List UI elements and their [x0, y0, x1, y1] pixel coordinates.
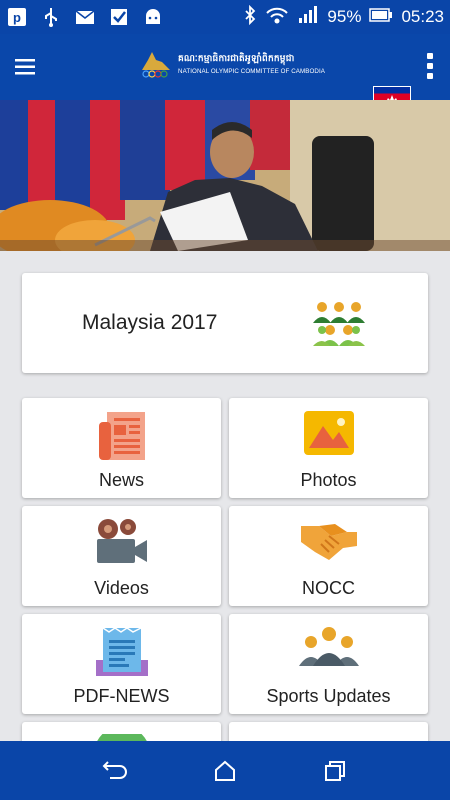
signal-icon	[297, 5, 319, 30]
more-dot	[427, 63, 433, 69]
tile-label: Sports Updates	[266, 686, 391, 706]
partial-green-icon	[96, 734, 147, 741]
tile-videos[interactable]: Videos	[22, 506, 221, 606]
hero-photo	[0, 100, 450, 251]
bluetooth-icon	[243, 4, 257, 30]
main-content: Malaysia 2017 News Photos Videos NOCC PD…	[0, 251, 450, 741]
team-icon	[298, 627, 359, 666]
check-icon	[108, 7, 130, 27]
tile-pdf-news[interactable]: PDF-NEWS	[22, 614, 221, 714]
more-vertical-icon	[427, 53, 433, 59]
hamburger-menu-icon	[15, 59, 35, 75]
more-dot	[427, 73, 433, 79]
battery-percent: 95%	[327, 7, 362, 26]
tile-nocc[interactable]: NOCC	[229, 506, 428, 606]
hero-slideshow[interactable]	[0, 100, 450, 251]
back-button[interactable]	[95, 751, 135, 791]
handshake-icon	[300, 524, 357, 560]
pdf-document-icon	[95, 627, 148, 676]
group-people-icon	[313, 302, 365, 346]
tile-sports-updates[interactable]: Sports Updates	[229, 614, 428, 714]
system-navigation-bar	[0, 741, 450, 800]
partial-orange-icon	[319, 734, 339, 741]
photo-icon	[303, 411, 354, 455]
home-icon	[215, 760, 235, 781]
battery-icon	[369, 7, 393, 28]
tile-label: News	[98, 470, 144, 490]
clock: 05:23	[401, 7, 444, 26]
app-logo: គណៈកម្មាធិការជាតិអូឡាំពិកកម្ពុជា NATIONA…	[138, 48, 325, 80]
tile-label: Photos	[300, 470, 357, 490]
mail-icon	[74, 7, 96, 27]
video-camera-icon	[96, 519, 147, 563]
tile-label: PDF-NEWS	[73, 686, 170, 706]
tile-label: NOCC	[302, 578, 355, 598]
tile-label: Videos	[94, 578, 149, 598]
p-app-icon: p	[6, 7, 28, 27]
logo-english-text: NATIONAL OLYMPIC COMMITTEE OF CAMBODIA	[178, 68, 326, 75]
status-bar: p 95% 05:23	[0, 0, 450, 34]
olympic-temple-logo-icon	[142, 52, 170, 78]
recent-apps-icon	[325, 760, 345, 781]
newspaper-icon	[98, 412, 145, 460]
usb-icon	[40, 7, 62, 27]
tile-photos[interactable]: Photos	[229, 398, 428, 498]
tile-news[interactable]: News	[22, 398, 221, 498]
app-bar: គណៈកម្មាធិការជាតិអូឡាំពិកកម្ពុជា NATIONA…	[0, 34, 450, 114]
wifi-icon	[265, 5, 289, 30]
tile-partial-left[interactable]	[22, 722, 221, 741]
overflow-menu-button[interactable]	[418, 44, 442, 88]
svg-text:p: p	[13, 10, 21, 25]
tile-partial-right[interactable]	[229, 722, 428, 741]
menu-button[interactable]	[0, 34, 50, 100]
featured-card-label: Malaysia 2017	[82, 311, 218, 334]
logo-khmer-text: គណៈកម្មាធិការជាតិអូឡាំពិកកម្ពុជា	[178, 53, 295, 63]
recent-apps-button[interactable]	[315, 751, 355, 791]
home-button[interactable]	[205, 751, 245, 791]
android-icon	[142, 7, 164, 27]
back-icon	[102, 760, 127, 779]
featured-malaysia-2017-card[interactable]: Malaysia 2017	[22, 273, 428, 373]
